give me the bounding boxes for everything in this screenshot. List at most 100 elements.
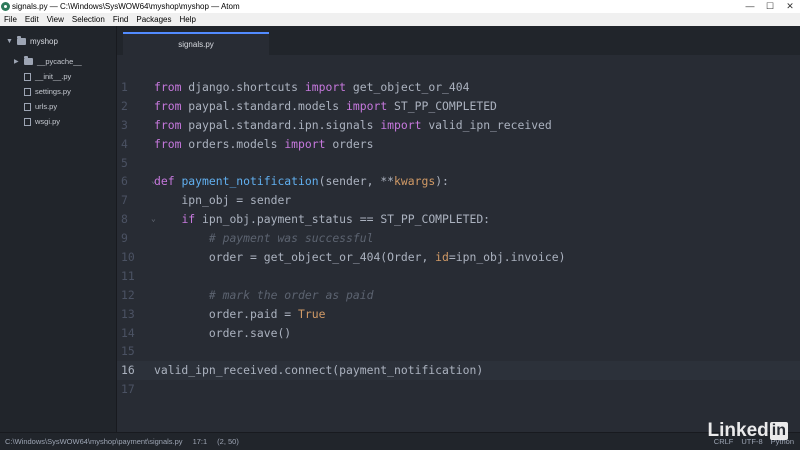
- atom-app-icon: [1, 2, 10, 11]
- code-token: def: [154, 174, 175, 189]
- code-token: =ipn_obj.invoice): [448, 250, 566, 265]
- fold-indicator-icon[interactable]: [151, 380, 154, 399]
- status-cursor-position[interactable]: 17:1: [193, 433, 208, 450]
- line-number: 13: [121, 306, 135, 321]
- code-token: kwargs: [394, 174, 436, 189]
- line-content: def payment_notification(sender, **kwarg…: [154, 172, 449, 191]
- line-content: order.paid = True: [154, 305, 326, 324]
- status-file-path[interactable]: C:\Windows\SysWOW64\myshop\payment\signa…: [5, 433, 183, 450]
- title-bar: signals.py — C:\Windows\SysWOW64\myshop\…: [0, 0, 800, 13]
- code-line[interactable]: 15: [117, 342, 800, 361]
- menu-selection[interactable]: Selection: [68, 13, 109, 26]
- line-number: 8: [121, 212, 128, 227]
- tree-item[interactable]: __init__.py: [14, 69, 82, 84]
- line-number: 9: [121, 231, 128, 246]
- line-number: 3: [121, 117, 128, 132]
- line-number: 10: [121, 250, 135, 265]
- line-content: ipn_obj = sender: [154, 191, 291, 210]
- code-line[interactable]: 11: [117, 267, 800, 286]
- code-token: order = get_object_or_404(Order,: [154, 250, 436, 265]
- line-number: 5: [121, 155, 128, 170]
- code-token: paypal.standard.ipn.signals: [181, 117, 381, 132]
- folder-icon: [24, 56, 33, 65]
- tree-item[interactable]: settings.py: [14, 84, 82, 99]
- code-line[interactable]: 14 order.save(): [117, 324, 800, 343]
- code-token: import: [380, 117, 422, 132]
- line-content: from paypal.standard.models import ST_PP…: [154, 97, 497, 116]
- code-line[interactable]: 4 from orders.models import orders: [117, 135, 800, 154]
- tree-item[interactable]: ▶ __pycache__: [14, 54, 82, 69]
- fold-indicator-icon[interactable]: [151, 267, 154, 286]
- menu-edit[interactable]: Edit: [21, 13, 43, 26]
- code-line[interactable]: 17: [117, 380, 800, 399]
- code-token: order.paid =: [154, 306, 299, 321]
- line-number: 6: [121, 174, 128, 189]
- code-line[interactable]: 10 order = get_object_or_404(Order, id=i…: [117, 248, 800, 267]
- code-line[interactable]: 8 ⌄ if ipn_obj.payment_status == ST_PP_CO…: [117, 210, 800, 229]
- project-tree: ▼ myshop ▶ __pycache__ __init__.py settings…: [0, 26, 117, 432]
- code-line[interactable]: 1 from django.shortcuts import get_object…: [117, 78, 800, 97]
- code-token: (sender, **: [318, 174, 395, 189]
- code-line[interactable]: 3 from paypal.standard.ipn.signals import…: [117, 116, 800, 135]
- line-number: 15: [121, 344, 135, 359]
- code-token: ):: [435, 174, 449, 189]
- code-token: if: [181, 212, 196, 227]
- watermark-text: Linked: [707, 420, 769, 441]
- fold-indicator-icon[interactable]: [151, 342, 154, 361]
- tree-item[interactable]: wsgi.py: [14, 114, 82, 129]
- menu-help[interactable]: Help: [176, 13, 200, 26]
- tree-list: ▶ __pycache__ __init__.py settings.py urls.p…: [14, 54, 82, 129]
- line-content: # mark the order as paid: [154, 286, 374, 305]
- code-line[interactable]: 5: [117, 154, 800, 173]
- fold-indicator-icon[interactable]: [151, 154, 154, 173]
- code-token: order.save(): [154, 325, 292, 340]
- tree-item-label: __pycache__: [37, 57, 82, 66]
- tab-signals-py[interactable]: signals.py: [123, 32, 269, 55]
- code-token: import: [304, 80, 347, 94]
- code-token: django.shortcuts: [181, 80, 305, 94]
- menu-view[interactable]: View: [43, 13, 68, 26]
- code-token: from: [154, 117, 182, 132]
- window-controls: — ☐ ✕: [740, 0, 800, 13]
- code-token: from: [154, 136, 182, 151]
- tree-item-label: wsgi.py: [35, 117, 61, 126]
- code-token: ipn_obj = sender: [154, 193, 292, 208]
- tree-root-label: myshop: [29, 37, 58, 46]
- line-number: 17: [121, 382, 135, 397]
- code-line[interactable]: 12 # mark the order as paid: [117, 286, 800, 305]
- status-selection-count: (2, 50): [217, 437, 239, 446]
- code-line[interactable]: 9 # payment was successful: [117, 229, 800, 248]
- code-token: ipn_obj.payment_status == ST_PP_COMPLETE…: [195, 212, 491, 227]
- menu-find[interactable]: Find: [109, 13, 133, 26]
- close-button[interactable]: ✕: [780, 0, 800, 13]
- file-icon: [24, 102, 31, 111]
- tree-item-label: settings.py: [35, 87, 71, 96]
- folder-icon: [16, 36, 26, 45]
- code-line[interactable]: 13 order.paid = True: [117, 305, 800, 324]
- code-line[interactable]: 16 valid_ipn_received.connect(payment_not…: [117, 361, 800, 381]
- window-title: signals.py — C:\Windows\SysWOW64\myshop\…: [12, 2, 240, 11]
- tree-item-label: __init__.py: [35, 72, 72, 81]
- chevron-down-icon: ▼: [6, 38, 13, 45]
- chevron-right-icon: ▶: [14, 59, 19, 65]
- maximize-button[interactable]: ☐: [760, 0, 780, 13]
- code-line[interactable]: 2 from paypal.standard.models import ST_P…: [117, 97, 800, 116]
- code-token: orders: [325, 136, 374, 151]
- line-number: 12: [121, 287, 135, 302]
- code-token: valid_ipn_received.connect(payment_notif…: [154, 363, 484, 378]
- menu-file[interactable]: File: [0, 13, 21, 26]
- menu-packages[interactable]: Packages: [132, 13, 175, 26]
- code-token: True: [298, 306, 326, 321]
- linkedin-watermark-logo: Linked in: [708, 420, 788, 442]
- code-editor[interactable]: 1 from django.shortcuts import get_object…: [117, 78, 800, 399]
- tree-item[interactable]: urls.py: [14, 99, 82, 114]
- code-line[interactable]: 6 ⌄ def payment_notification(sender, **kwa…: [117, 172, 800, 191]
- tree-root-folder[interactable]: ▼ myshop: [6, 36, 58, 46]
- code-token: import: [284, 136, 326, 151]
- minimize-button[interactable]: —: [740, 0, 760, 13]
- code-line[interactable]: 7 ipn_obj = sender: [117, 191, 800, 210]
- line-content: from paypal.standard.ipn.signals import …: [154, 116, 552, 135]
